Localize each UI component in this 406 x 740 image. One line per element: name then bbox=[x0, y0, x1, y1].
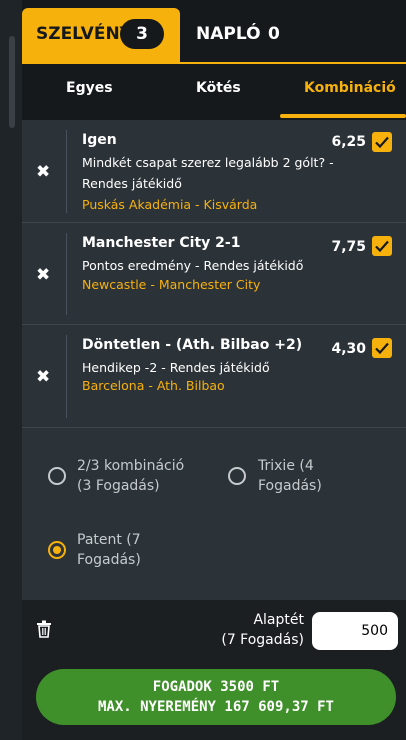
bet-description: Pontos eredmény - Rendes játékidő bbox=[82, 258, 304, 273]
option-trixie-radio[interactable] bbox=[228, 467, 246, 485]
stake-label-line2: (7 Fogadás) bbox=[221, 632, 304, 648]
max-win-line: MAX. NYEREMÉNY 167 609,37 FT bbox=[97, 699, 334, 715]
option-patent-line1: Patent (7 bbox=[77, 532, 141, 548]
checkbox-checked-icon[interactable] bbox=[372, 132, 392, 152]
option-trixie-label[interactable]: Trixie (4 Fogadás) bbox=[258, 456, 322, 496]
bet-teams[interactable]: Puskás Akadémia - Kisvárda bbox=[82, 197, 257, 212]
betslip-panel: SZELVÉNY 3 NAPLÓ 0 Egyes Kötés Kombináci… bbox=[22, 0, 406, 740]
remove-bet-icon[interactable]: ✖ bbox=[36, 162, 50, 182]
option-trixie-line1: Trixie (4 bbox=[258, 458, 314, 474]
betslip-footer: Alaptét (7 Fogadás) FOGADOK 3500 FT MAX.… bbox=[22, 600, 406, 740]
bet-title: Igen bbox=[82, 132, 117, 148]
option-patent-label[interactable]: Patent (7 Fogadás) bbox=[77, 530, 141, 570]
active-subtab-indicator bbox=[280, 114, 406, 118]
left-scroll-rail bbox=[0, 0, 22, 740]
checkbox-checked-icon[interactable] bbox=[372, 236, 392, 256]
stake-input[interactable] bbox=[312, 612, 398, 650]
checkbox-checked-icon[interactable] bbox=[372, 338, 392, 358]
bet-item: ✖ Döntetlen - (Ath. Bilbao +2) Hendikep … bbox=[22, 325, 406, 428]
stake-label-line1: Alaptét bbox=[253, 612, 304, 628]
subtab-egyes[interactable]: Egyes bbox=[66, 80, 113, 96]
option-patent-line2: Fogadás) bbox=[77, 552, 141, 568]
option-patent-radio[interactable] bbox=[48, 541, 66, 559]
subtab-kotes[interactable]: Kötés bbox=[196, 80, 241, 96]
tab-naplo-count: 0 bbox=[268, 24, 280, 44]
bet-title: Manchester City 2-1 bbox=[82, 235, 241, 251]
option-2-3-radio[interactable] bbox=[48, 467, 66, 485]
tab-naplo-label: NAPLÓ bbox=[196, 24, 261, 44]
bet-odds: 4,30 bbox=[331, 341, 366, 357]
option-trixie-line2: Fogadás) bbox=[258, 478, 322, 494]
subtab-kombinacio[interactable]: Kombináció bbox=[304, 80, 396, 96]
option-2-3-line1: 2/3 kombináció bbox=[77, 458, 185, 474]
place-bet-button[interactable]: FOGADOK 3500 FT MAX. NYEREMÉNY 167 609,3… bbox=[36, 669, 396, 725]
bet-description: Mindkét csapat szerez legalább 2 gólt? -… bbox=[82, 155, 334, 191]
place-bet-line1: FOGADOK 3500 FT bbox=[152, 679, 280, 695]
option-2-3-label[interactable]: 2/3 kombináció (3 Fogadás) bbox=[77, 456, 184, 496]
tab-szelveny-label: SZELVÉNY bbox=[36, 24, 132, 44]
bet-item: ✖ Igen Mindkét csapat szerez legalább 2 … bbox=[22, 120, 406, 223]
remove-bet-icon[interactable]: ✖ bbox=[36, 265, 50, 285]
stake-label: Alaptét (7 Fogadás) bbox=[221, 610, 304, 650]
tab-szelveny-count: 3 bbox=[120, 19, 164, 49]
bet-odds: 6,25 bbox=[331, 134, 366, 150]
trash-icon[interactable] bbox=[36, 620, 52, 642]
remove-bet-icon[interactable]: ✖ bbox=[36, 367, 50, 387]
bet-type-tabs: Egyes Kötés Kombináció bbox=[22, 62, 406, 120]
option-2-3-line2: (3 Fogadás) bbox=[77, 478, 160, 494]
divider bbox=[66, 335, 67, 418]
divider bbox=[66, 130, 67, 213]
betslip-tabs: SZELVÉNY 3 NAPLÓ 0 bbox=[22, 0, 406, 62]
bet-description: Hendikep -2 - Rendes játékidő bbox=[82, 360, 270, 375]
bet-teams[interactable]: Barcelona - Ath. Bilbao bbox=[82, 378, 225, 393]
bet-title: Döntetlen - (Ath. Bilbao +2) bbox=[82, 337, 303, 353]
scrollbar-thumb[interactable] bbox=[9, 36, 15, 128]
bet-teams[interactable]: Newcastle - Manchester City bbox=[82, 277, 260, 292]
tab-szelveny[interactable]: SZELVÉNY 3 bbox=[22, 8, 180, 62]
tab-naplo[interactable]: NAPLÓ 0 bbox=[196, 24, 280, 44]
bet-odds: 7,75 bbox=[331, 239, 366, 255]
divider bbox=[66, 233, 67, 315]
bet-item: ✖ Manchester City 2-1 Pontos eredmény - … bbox=[22, 223, 406, 325]
